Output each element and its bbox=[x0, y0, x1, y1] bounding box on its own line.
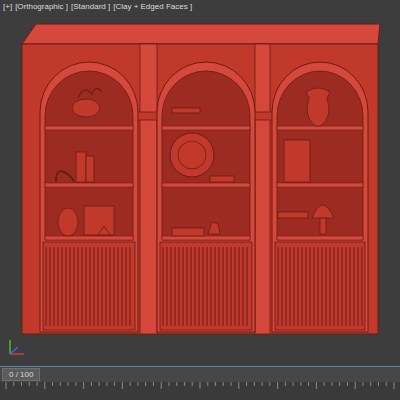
viewport-labels: [+][Orthographic ][Standard ][Clay + Edg… bbox=[3, 1, 192, 12]
timeline-bar[interactable]: 0 / 100 bbox=[0, 366, 400, 382]
axis-gizmo-icon bbox=[4, 336, 28, 360]
time-slider-thumb[interactable]: 0 / 100 bbox=[2, 368, 40, 381]
timeline-ruler[interactable] bbox=[0, 382, 400, 400]
app-window: [+][Orthographic ][Standard ][Clay + Edg… bbox=[0, 0, 400, 400]
viewport-label[interactable]: [Standard ] bbox=[71, 1, 110, 12]
viewport-label[interactable]: [+] bbox=[3, 1, 12, 12]
shelf-bay bbox=[157, 62, 255, 332]
shelf-bay bbox=[272, 62, 368, 332]
viewport[interactable]: [+][Orthographic ][Standard ][Clay + Edg… bbox=[0, 0, 400, 366]
shelf-bay bbox=[40, 62, 138, 332]
viewport-label[interactable]: [Orthographic ] bbox=[15, 1, 68, 12]
bookshelf-model[interactable] bbox=[0, 0, 400, 366]
viewport-label[interactable]: [Clay + Edged Faces ] bbox=[113, 1, 192, 12]
